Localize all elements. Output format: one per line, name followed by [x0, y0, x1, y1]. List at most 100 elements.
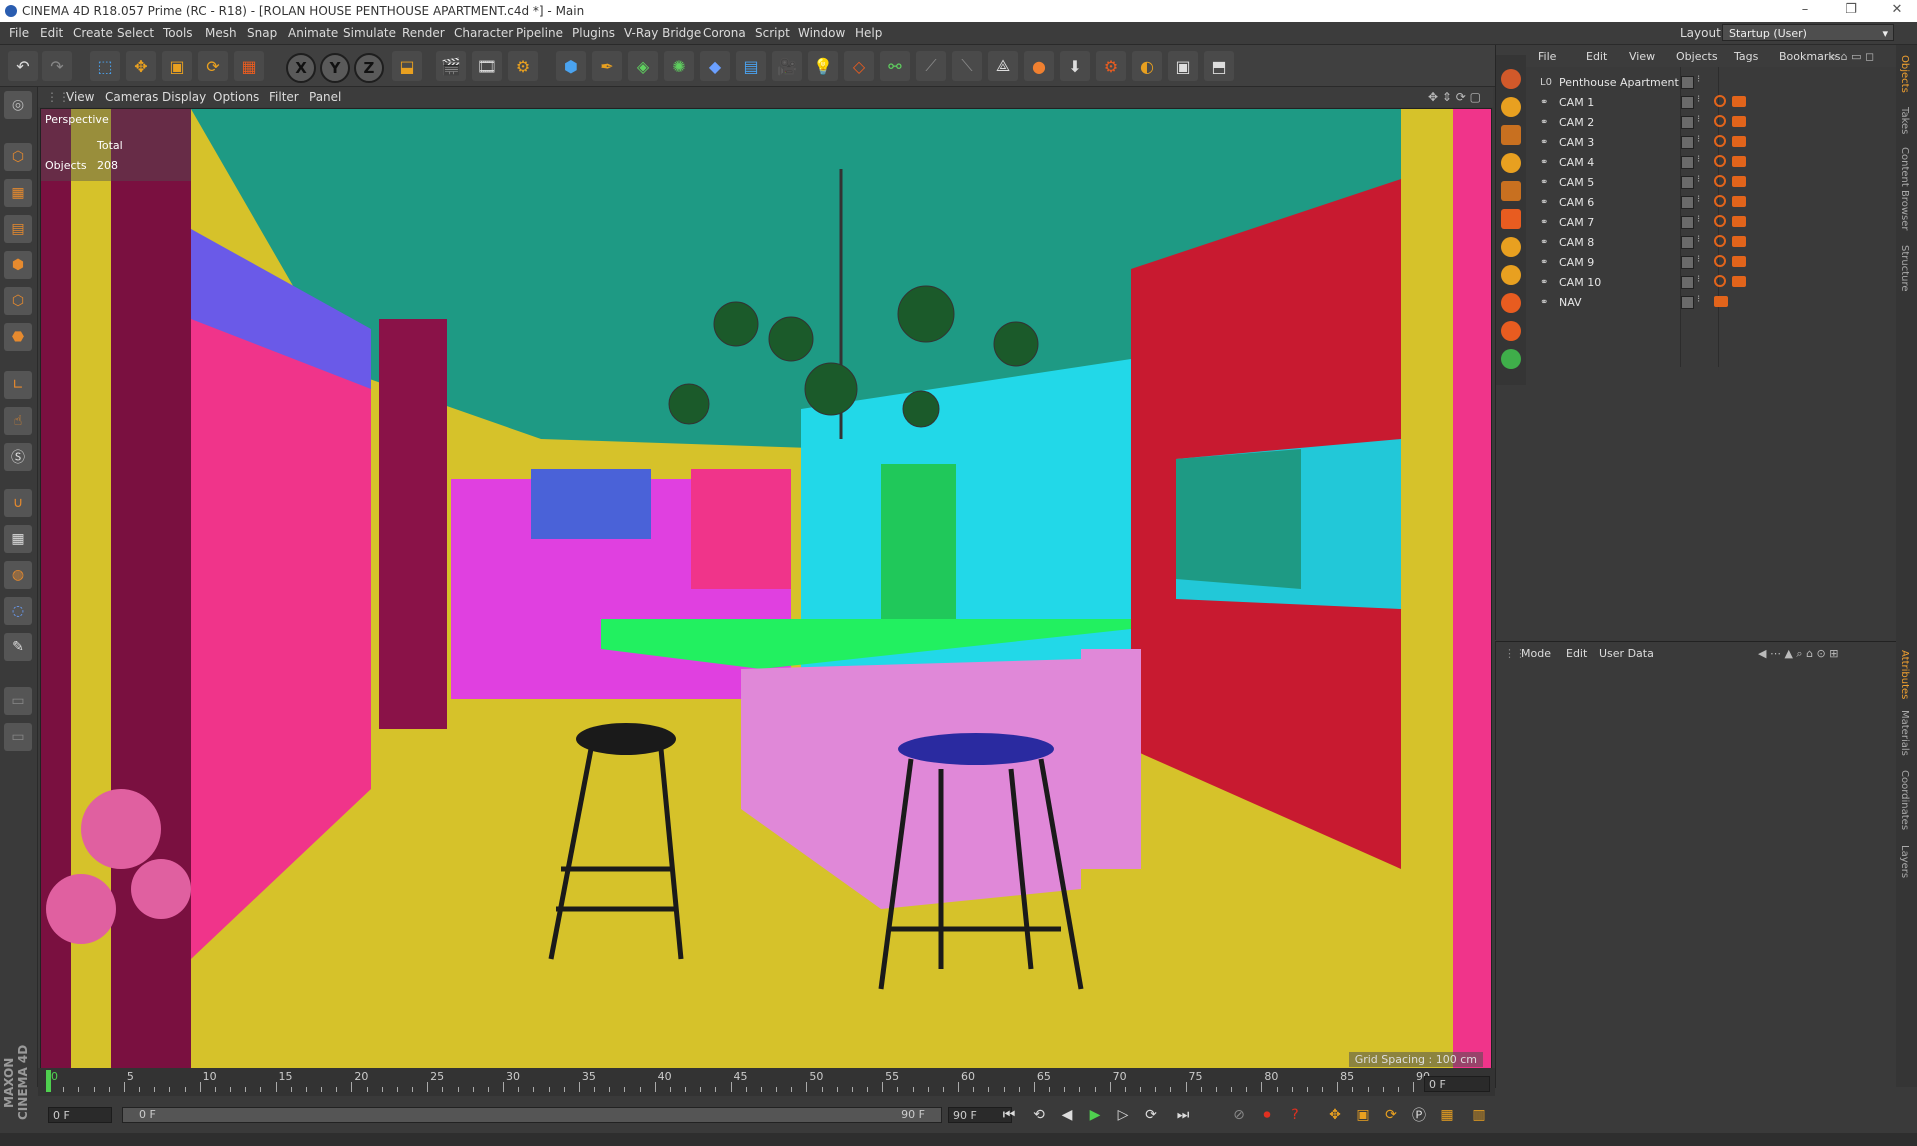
vray-render-icon[interactable]	[1501, 69, 1521, 89]
vray-camera-tag-icon[interactable]	[1732, 156, 1746, 167]
paint-icon[interactable]: ✎	[4, 633, 32, 661]
menu-select[interactable]: Select	[117, 26, 154, 40]
close-button[interactable]: ✕	[1882, 2, 1912, 17]
layer-checkbox[interactable]	[1681, 96, 1694, 109]
recent-tools-icon[interactable]: ▦	[234, 51, 264, 81]
menu-create[interactable]: Create	[73, 26, 113, 40]
next-frame-icon[interactable]: ▷	[1112, 1104, 1134, 1126]
tab-takes[interactable]: Takes	[1899, 107, 1910, 134]
layer-checkbox[interactable]	[1681, 176, 1694, 189]
make-editable-icon[interactable]: ◎	[4, 91, 32, 119]
protection-tag-icon[interactable]	[1714, 275, 1726, 287]
settings-gear-icon[interactable]: ⚙	[1096, 51, 1126, 81]
color-picker-icon[interactable]: ◐	[1132, 51, 1162, 81]
viewport-navigation-icons[interactable]: ✥ ⇕ ⟳ ▢	[1428, 90, 1481, 104]
object-row-nav[interactable]: ⚭ NAV ⁝	[1534, 293, 1896, 313]
menu-snap[interactable]: Snap	[247, 26, 277, 40]
vray-light-icon[interactable]	[1501, 153, 1521, 173]
menu-help[interactable]: Help	[855, 26, 882, 40]
vray-camera-icon[interactable]	[1501, 209, 1521, 229]
object-row-cam-9[interactable]: ⚭ CAM 9 ⁝	[1534, 253, 1896, 273]
viewport-menu-display[interactable]: Display	[162, 90, 206, 104]
vray-camera-tag-icon[interactable]	[1732, 236, 1746, 247]
current-frame-field[interactable]: 0 F	[1424, 1076, 1490, 1092]
vray-hand-icon[interactable]	[1501, 321, 1521, 341]
layout-b-icon[interactable]: ▭	[4, 723, 32, 751]
vray-camera-tag-icon[interactable]	[1714, 296, 1728, 307]
object-row-cam-7[interactable]: ⚭ CAM 7 ⁝	[1534, 213, 1896, 233]
menu-animate[interactable]: Animate	[288, 26, 338, 40]
tab-layers[interactable]: Layers	[1899, 845, 1910, 878]
polygons-mode-icon[interactable]: ⬣	[4, 323, 32, 351]
menu-corona[interactable]: Corona	[703, 26, 746, 40]
texture-mode-icon[interactable]: ▦	[4, 179, 32, 207]
z-axis-lock-button[interactable]: Z	[354, 53, 384, 83]
scale-icon[interactable]: ▣	[162, 51, 192, 81]
viewport-menu-filter[interactable]: Filter	[269, 90, 299, 104]
menu-character[interactable]: Character	[454, 26, 513, 40]
om-menu-edit[interactable]: Edit	[1586, 50, 1607, 63]
vray-sun-icon[interactable]	[1501, 237, 1521, 257]
viewport-menu-cameras[interactable]: Cameras	[105, 90, 158, 104]
protection-tag-icon[interactable]	[1714, 115, 1726, 127]
menu-edit[interactable]: Edit	[40, 26, 63, 40]
visibility-dots[interactable]: ⁝	[1697, 114, 1700, 125]
key-parameter-icon[interactable]: Ⓟ	[1408, 1104, 1430, 1126]
vray-settings-icon[interactable]	[1501, 97, 1521, 117]
layer-checkbox[interactable]	[1681, 116, 1694, 129]
om-menu-view[interactable]: View	[1629, 50, 1655, 63]
menu-plugins[interactable]: Plugins	[572, 26, 615, 40]
menu-pipeline[interactable]: Pipeline	[516, 26, 563, 40]
object-row-root[interactable]: L0 Penthouse Apartment ⁝	[1534, 73, 1896, 93]
start-frame-field[interactable]: 0 F	[48, 1107, 112, 1123]
vray-icon[interactable]: ●	[1024, 51, 1054, 81]
viewport-menu-options[interactable]: Options	[213, 90, 259, 104]
vray-camera-tag-icon[interactable]	[1732, 256, 1746, 267]
axis-mode-icon[interactable]: ∟	[4, 371, 32, 399]
sculpt-icon[interactable]: ◌	[4, 597, 32, 625]
redo-icon[interactable]: ↷	[42, 51, 72, 81]
render-view-icon[interactable]: 🎬	[436, 51, 466, 81]
menu-vray-bridge[interactable]: V-Ray Bridge	[624, 26, 701, 40]
visibility-dots[interactable]: ⁝	[1697, 134, 1700, 145]
am-menu-edit[interactable]: Edit	[1566, 647, 1587, 660]
record-active-objects-icon[interactable]: ⏺	[1256, 1104, 1278, 1126]
om-menu-objects[interactable]: Objects	[1676, 50, 1718, 63]
restore-button[interactable]: ❐	[1836, 2, 1866, 17]
floor-icon[interactable]: ▤	[736, 51, 766, 81]
picture-viewer-icon[interactable]: ▣	[1168, 51, 1198, 81]
key-pla-icon[interactable]: ▦	[1436, 1104, 1458, 1126]
layout-dropdown[interactable]: Startup (User) ▾	[1722, 24, 1894, 41]
layer-checkbox[interactable]	[1681, 276, 1694, 289]
camera-icon[interactable]: 🎥	[772, 51, 802, 81]
protection-tag-icon[interactable]	[1714, 135, 1726, 147]
layer-checkbox[interactable]	[1681, 76, 1694, 89]
layer-checkbox[interactable]	[1681, 236, 1694, 249]
layer-checkbox[interactable]	[1681, 216, 1694, 229]
layer-checkbox[interactable]	[1681, 196, 1694, 209]
tab-coordinates[interactable]: Coordinates	[1899, 770, 1910, 830]
go-to-start-icon[interactable]: ⏮	[998, 1104, 1020, 1126]
object-row-cam-8[interactable]: ⚭ CAM 8 ⁝	[1534, 233, 1896, 253]
viewport-menu-view[interactable]: View	[66, 90, 94, 104]
protection-tag-icon[interactable]	[1714, 195, 1726, 207]
next-key-icon[interactable]: ⟳	[1140, 1104, 1162, 1126]
timeline-window-icon[interactable]: ▥	[1468, 1104, 1490, 1126]
om-search-home-icons[interactable]: ⌕ ⌂ ▭ ◻	[1831, 50, 1874, 64]
layer-checkbox[interactable]	[1681, 296, 1694, 309]
undo-icon[interactable]: ↶	[8, 51, 38, 81]
tool-icon-b[interactable]: ⟍	[952, 51, 982, 81]
object-row-cam-10[interactable]: ⚭ CAM 10 ⁝	[1534, 273, 1896, 293]
record-disabled-icon[interactable]: ⊘	[1228, 1104, 1250, 1126]
vray-camera-tag-icon[interactable]	[1732, 176, 1746, 187]
x-axis-lock-button[interactable]: X	[286, 53, 316, 83]
rotate-icon[interactable]: ⟳	[198, 51, 228, 81]
menu-script[interactable]: Script	[755, 26, 790, 40]
tweak-mode-icon[interactable]: ☝	[4, 407, 32, 435]
tab-objects[interactable]: Objects	[1899, 55, 1910, 93]
tab-materials[interactable]: Materials	[1899, 710, 1910, 756]
menu-tools[interactable]: Tools	[163, 26, 193, 40]
menu-file[interactable]: File	[9, 26, 29, 40]
visibility-dots[interactable]: ⁝	[1697, 214, 1700, 225]
visibility-dots[interactable]: ⁝	[1697, 154, 1700, 165]
